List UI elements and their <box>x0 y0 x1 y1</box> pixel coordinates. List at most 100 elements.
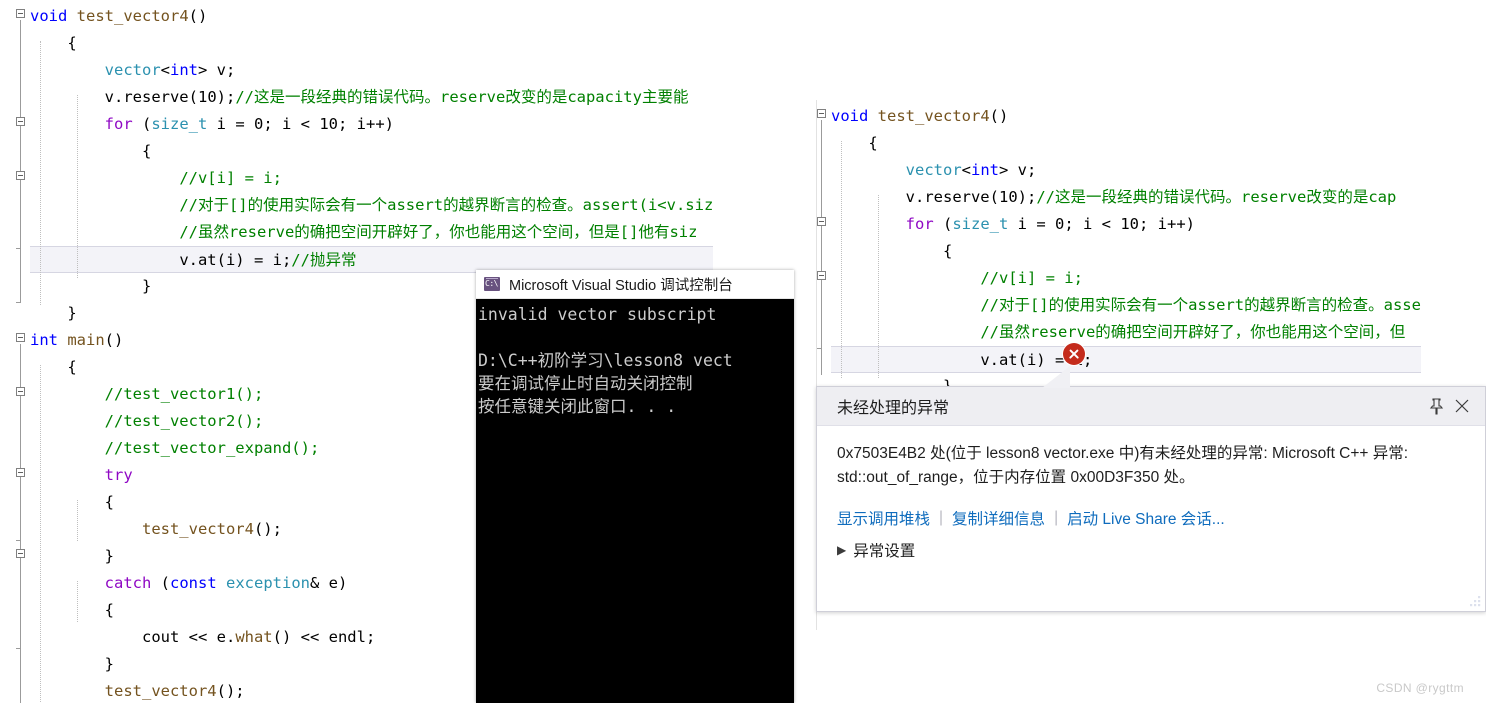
code-token: { <box>67 34 77 52</box>
code-token: //对于[]的使用实际会有一个assert的越界断言的检查。assert(i<v… <box>179 196 714 214</box>
pin-icon[interactable] <box>1423 393 1449 419</box>
code-token: vector <box>104 61 161 79</box>
console-line: invalid vector subscript <box>478 305 717 324</box>
fold-guide-line-main <box>20 344 21 703</box>
dialog-links: 显示调用堆栈 | 复制详细信息 | 启动 Live Share 会话... <box>837 507 1465 529</box>
code-token: { <box>942 242 953 260</box>
indent-guide <box>40 41 41 305</box>
resize-grip[interactable] <box>1468 594 1482 608</box>
console-icon <box>484 277 500 291</box>
code-token: { <box>141 142 152 160</box>
code-line: { <box>30 138 713 165</box>
code-token: 10 <box>319 115 339 133</box>
dialog-title: 未经处理的异常 <box>837 400 950 417</box>
indent-guide <box>40 365 41 703</box>
code-token: } <box>67 304 77 322</box>
code-token: ( <box>141 115 152 133</box>
fold-toggle-block-right[interactable] <box>817 271 826 280</box>
code-token: //v[i] = i; <box>980 269 1083 287</box>
code-line: { <box>831 238 1421 265</box>
console-title: Microsoft Visual Studio 调试控制台 <box>509 277 733 294</box>
console-line: 按任意键关闭此窗口. . . <box>478 397 677 416</box>
start-live-share-link[interactable]: 启动 Live Share 会话... <box>1067 507 1225 529</box>
code-token: int <box>30 331 68 349</box>
code-token: size_t <box>952 215 1009 233</box>
close-icon[interactable] <box>1449 393 1475 419</box>
code-token: //抛异常 <box>291 251 357 269</box>
code-token: int <box>971 161 999 179</box>
code-token: void <box>30 7 77 25</box>
code-token: 10 <box>998 188 1018 206</box>
left-editor-fold-gutter <box>0 0 30 703</box>
code-token: try <box>104 466 133 484</box>
code-token: //这是一段经典的错误代码。reserve改变的是cap <box>1036 188 1397 206</box>
indent-guide <box>841 141 842 378</box>
fold-toggle-for[interactable] <box>16 117 25 126</box>
fold-toggle-function[interactable] <box>16 9 25 18</box>
show-call-stack-link[interactable]: 显示调用堆栈 <box>837 507 930 529</box>
code-token: cout << e. <box>141 628 236 646</box>
fold-toggle-try[interactable] <box>16 468 25 477</box>
code-line-current: v.at(i) = i;//抛异常 <box>30 246 714 273</box>
code-token: { <box>868 134 878 152</box>
code-token: 10 <box>197 88 217 106</box>
unhandled-exception-dialog[interactable]: 未经处理的异常 0x7503E4B2 处(位于 lesson8 vector.e… <box>816 386 1486 612</box>
code-token: //对于[]的使用实际会有一个assert的越界断言的检查。asse <box>980 296 1421 314</box>
code-token: ; i < <box>263 115 320 133</box>
chevron-right-icon: ▶ <box>837 543 847 557</box>
console-line: 要在调试停止时自动关闭控制 <box>478 374 693 393</box>
code-line: vector<int> v; <box>831 157 1421 184</box>
fold-toggle-for-right[interactable] <box>817 217 826 226</box>
code-token: & e) <box>310 574 348 592</box>
code-token: } <box>141 277 152 295</box>
code-line: { <box>831 130 1421 157</box>
code-token: what <box>235 628 273 646</box>
fold-toggle-main[interactable] <box>16 333 25 342</box>
code-line: vector<int> v; <box>30 57 713 84</box>
code-token: v.reserve( <box>905 188 999 206</box>
code-line: void test_vector4() <box>30 3 713 30</box>
fold-guide-line <box>20 20 21 302</box>
link-separator-1: | <box>939 509 944 526</box>
fold-toggle-comments[interactable] <box>16 387 25 396</box>
code-line: { <box>30 30 713 57</box>
code-line: //对于[]的使用实际会有一个assert的越界断言的检查。assert(i<v… <box>30 192 713 219</box>
code-token: > v; <box>198 61 236 79</box>
code-line: for (size_t i = 0; i < 10; i++) <box>30 111 713 138</box>
indent-guide <box>77 500 78 541</box>
code-token: () <box>188 7 208 25</box>
csdn-watermark: CSDN @rygttm <box>1376 681 1464 695</box>
code-token: test_vector4 <box>104 682 217 700</box>
console-output: invalid vector subscript D:\C++初阶学习\less… <box>476 299 794 418</box>
code-token: 10 <box>1120 215 1140 233</box>
code-token: for <box>905 215 943 233</box>
code-token: int <box>170 61 198 79</box>
fold-guide-end-3 <box>16 540 21 541</box>
console-titlebar[interactable]: Microsoft Visual Studio 调试控制台 <box>476 270 794 299</box>
code-token: size_t <box>151 115 208 133</box>
fold-toggle-block[interactable] <box>16 171 25 180</box>
error-circle-icon[interactable] <box>1063 343 1085 365</box>
code-token: (); <box>216 682 245 700</box>
debug-console-window[interactable]: Microsoft Visual Studio 调试控制台 invalid ve… <box>476 270 794 703</box>
code-token: (); <box>253 520 282 538</box>
exception-settings-toggle[interactable]: ▶ 异常设置 <box>837 539 1465 561</box>
exception-settings-label: 异常设置 <box>853 543 916 560</box>
fold-toggle-function-right[interactable] <box>817 109 826 118</box>
indent-guide <box>77 581 78 622</box>
fold-toggle-catch[interactable] <box>16 549 25 558</box>
code-token: vector <box>905 161 962 179</box>
code-token: () << endl; <box>272 628 376 646</box>
code-token: 0 <box>1055 215 1065 233</box>
link-separator-2: | <box>1054 509 1059 526</box>
code-token: < <box>961 161 971 179</box>
code-token: v.at(i) = i; <box>179 251 292 269</box>
right-editor-code: void test_vector4() { vector<int> v; v.r… <box>831 103 1421 400</box>
code-token: () <box>104 331 124 349</box>
code-token: i = <box>207 115 254 133</box>
code-token: exception <box>226 574 310 592</box>
fold-guide-line-right <box>821 120 822 375</box>
code-line: //虽然reserve的确把空间开辟好了，你也能用这个空间，但 <box>831 319 1421 346</box>
code-token: test_vector4 <box>76 7 189 25</box>
copy-details-link[interactable]: 复制详细信息 <box>952 507 1045 529</box>
